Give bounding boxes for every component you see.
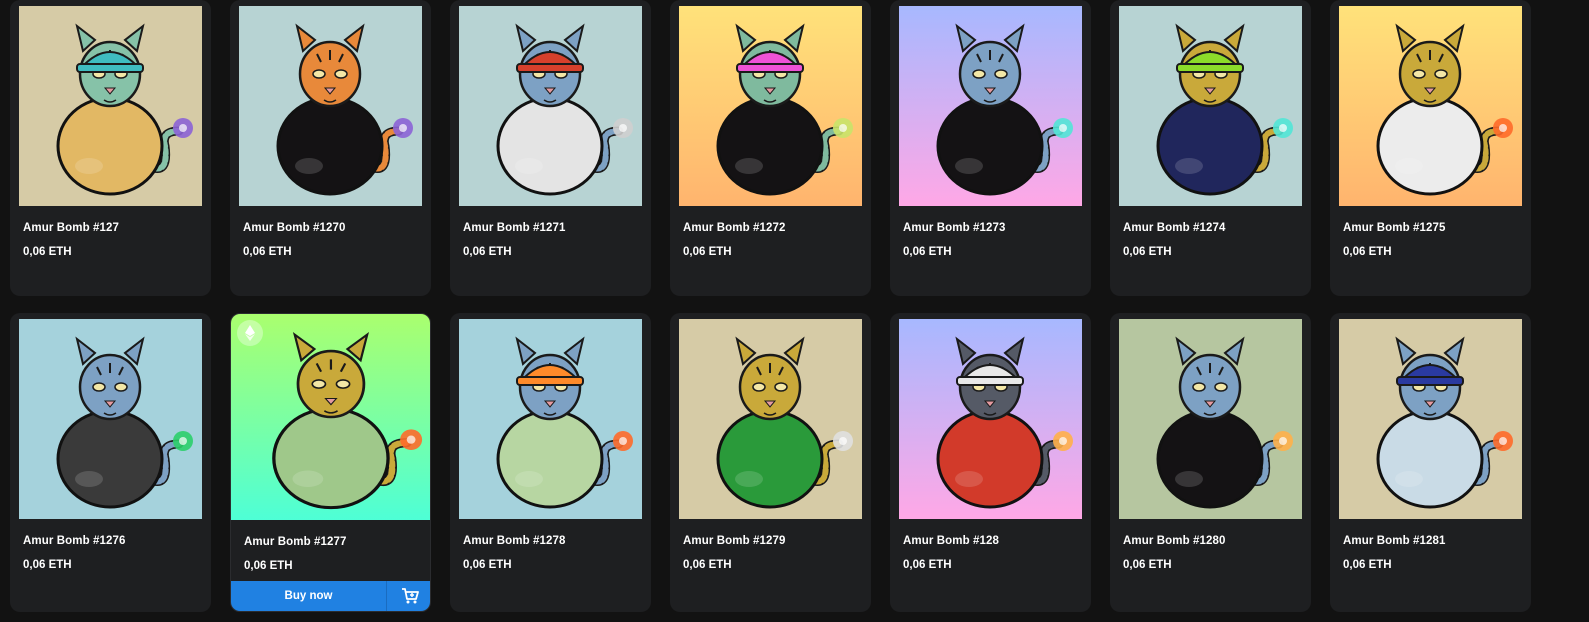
nft-title[interactable]: Amur Bomb #1271: [463, 222, 565, 234]
nft-card[interactable]: Amur Bomb #1278 0,06 ETH: [450, 313, 651, 612]
nft-card[interactable]: Amur Bomb #1277 0,06 ETH Buy now: [230, 313, 431, 612]
nft-title[interactable]: Amur Bomb #1274: [1123, 222, 1225, 234]
nft-grid: Amur Bomb #127 0,06 ETH Amur Bomb #1270 0,…: [10, 0, 1531, 612]
nft-title[interactable]: Amur Bomb #1280: [1123, 535, 1225, 547]
nft-price: 0,06 ETH: [1123, 559, 1172, 571]
nft-title[interactable]: Amur Bomb #1270: [243, 222, 345, 234]
nft-price: 0,06 ETH: [23, 246, 72, 258]
cart-icon: [401, 588, 419, 604]
nft-title[interactable]: Amur Bomb #1279: [683, 535, 785, 547]
nft-card[interactable]: Amur Bomb #1271 0,06 ETH: [450, 0, 651, 296]
nft-price: 0,06 ETH: [903, 246, 952, 258]
nft-price: 0,06 ETH: [243, 246, 292, 258]
nft-image[interactable]: [231, 314, 430, 520]
nft-image[interactable]: [899, 6, 1082, 206]
nft-price: 0,06 ETH: [1343, 246, 1392, 258]
nft-card[interactable]: Amur Bomb #1276 0,06 ETH: [10, 313, 211, 612]
nft-card[interactable]: Amur Bomb #1274 0,06 ETH: [1110, 0, 1311, 296]
ethereum-icon: [237, 320, 263, 346]
nft-image[interactable]: [19, 6, 202, 206]
nft-card[interactable]: Amur Bomb #1272 0,06 ETH: [670, 0, 871, 296]
nft-price: 0,06 ETH: [903, 559, 952, 571]
nft-card[interactable]: Amur Bomb #128 0,06 ETH: [890, 313, 1091, 612]
nft-title[interactable]: Amur Bomb #1272: [683, 222, 785, 234]
nft-price: 0,06 ETH: [683, 559, 732, 571]
add-to-cart-button[interactable]: [387, 581, 430, 611]
nft-image[interactable]: [679, 6, 862, 206]
nft-image[interactable]: [239, 6, 422, 206]
nft-image[interactable]: [1119, 6, 1302, 206]
nft-card[interactable]: Amur Bomb #127 0,06 ETH: [10, 0, 211, 296]
buy-now-button[interactable]: Buy now: [231, 581, 387, 611]
nft-card[interactable]: Amur Bomb #1275 0,06 ETH: [1330, 0, 1531, 296]
nft-title[interactable]: Amur Bomb #128: [903, 535, 999, 547]
nft-title[interactable]: Amur Bomb #1277: [244, 536, 346, 548]
nft-price: 0,06 ETH: [463, 246, 512, 258]
nft-card[interactable]: Amur Bomb #1279 0,06 ETH: [670, 313, 871, 612]
nft-title[interactable]: Amur Bomb #1281: [1343, 535, 1445, 547]
nft-image[interactable]: [1339, 319, 1522, 519]
nft-title[interactable]: Amur Bomb #1275: [1343, 222, 1445, 234]
nft-image[interactable]: [1119, 319, 1302, 519]
nft-title[interactable]: Amur Bomb #127: [23, 222, 119, 234]
nft-price: 0,06 ETH: [23, 559, 72, 571]
nft-title[interactable]: Amur Bomb #1273: [903, 222, 1005, 234]
nft-title[interactable]: Amur Bomb #1276: [23, 535, 125, 547]
nft-card[interactable]: Amur Bomb #1270 0,06 ETH: [230, 0, 431, 296]
nft-image[interactable]: [679, 319, 862, 519]
nft-price: 0,06 ETH: [244, 560, 293, 572]
nft-card[interactable]: Amur Bomb #1280 0,06 ETH: [1110, 313, 1311, 612]
nft-image[interactable]: [1339, 6, 1522, 206]
nft-card[interactable]: Amur Bomb #1281 0,06 ETH: [1330, 313, 1531, 612]
nft-image[interactable]: [899, 319, 1082, 519]
nft-card[interactable]: Amur Bomb #1273 0,06 ETH: [890, 0, 1091, 296]
nft-price: 0,06 ETH: [463, 559, 512, 571]
nft-price: 0,06 ETH: [683, 246, 732, 258]
nft-image[interactable]: [459, 6, 642, 206]
nft-price: 0,06 ETH: [1343, 559, 1392, 571]
nft-title[interactable]: Amur Bomb #1278: [463, 535, 565, 547]
nft-price: 0,06 ETH: [1123, 246, 1172, 258]
nft-image[interactable]: [19, 319, 202, 519]
buy-bar: Buy now: [231, 581, 430, 611]
nft-image[interactable]: [459, 319, 642, 519]
